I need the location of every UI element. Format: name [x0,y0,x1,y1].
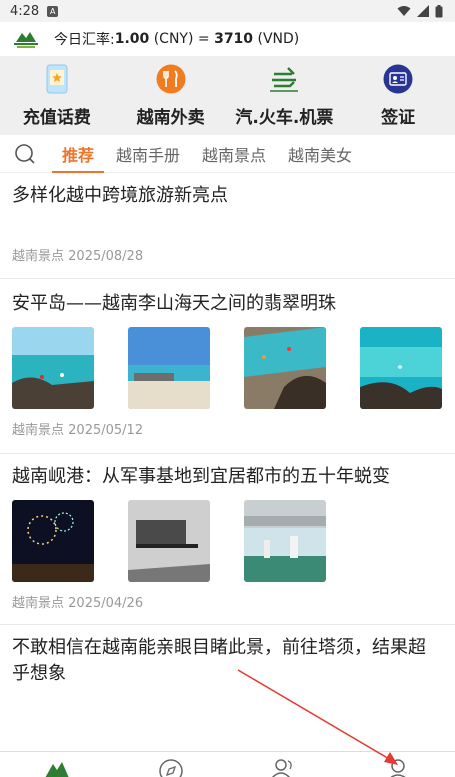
article-image [244,500,326,582]
nav-discover[interactable] [114,752,228,777]
service-visa[interactable]: 签证 [341,56,455,135]
service-transport-tickets[interactable]: 汽.火车.机票 [228,56,342,135]
service-phone-recharge[interactable]: 充值话费 [0,56,114,135]
status-bar: 4:28 A [0,0,455,22]
article-image [12,500,94,582]
phone-recharge-icon [41,63,73,95]
article-image [12,327,94,409]
article-meta: 越南景点 2025/04/26 [12,592,443,611]
app-logo-icon [14,32,38,48]
service-food-delivery[interactable]: 越南外卖 [114,56,228,135]
article-thumbnails [12,500,443,582]
search-icon[interactable] [14,143,36,165]
nav-profile[interactable] [341,752,455,777]
article-image [244,327,326,409]
nav-home[interactable] [0,752,114,777]
nav-community[interactable] [228,752,342,777]
community-icon [272,759,293,777]
article-card[interactable]: 多样化越中跨境旅游新亮点 越南景点 2025/08/28 [0,173,455,279]
clock: 4:28 [10,3,40,19]
article-thumbnails [12,327,443,409]
service-label: 签证 [381,108,416,128]
article-meta: 越南景点 2025/05/12 [12,419,443,438]
article-title: 不敢相信在越南能亲眼目睹此景，前往塔须，结果超乎想象 [12,637,426,684]
signal-icon [417,5,429,17]
tab-vietnam-handbook[interactable]: 越南手册 [116,135,180,173]
bottom-navigation [0,751,455,777]
discover-icon [158,759,183,777]
article-title: 多样化越中跨境旅游新亮点 [12,185,228,206]
wifi-icon [397,6,411,16]
service-label: 充值话费 [22,108,91,128]
article-card[interactable]: 不敢相信在越南能亲眼目睹此景，前往塔须，结果超乎想象 [0,625,455,687]
article-card[interactable]: 越南岘港：从军事基地到宜居都市的五十年蜕变 越南景点 2025/04/26 [0,454,455,625]
exchange-rate-bar: 今日汇率: 1.00 (CNY) = 3710 (VND) [0,22,455,56]
news-feed: 多样化越中跨境旅游新亮点 越南景点 2025/08/28 安平岛——越南李山海天… [0,173,455,751]
article-title: 越南岘港：从军事基地到宜居都市的五十年蜕变 [12,466,390,487]
service-label: 汽.火车.机票 [235,108,334,128]
article-category: 越南景点 [12,596,65,611]
tab-recommended[interactable]: 推荐 [51,135,105,173]
rate-cny-unit: (CNY) = [149,31,215,47]
article-image [128,327,210,409]
battery-icon [435,4,443,17]
article-date: 2025/04/26 [68,596,144,611]
home-icon [45,762,69,777]
article-date: 2025/08/28 [68,249,144,264]
article-image [128,500,210,582]
article-category: 越南景点 [12,249,65,264]
service-label: 越南外卖 [136,108,205,128]
tab-vietnam-attractions[interactable]: 越南景点 [202,135,266,173]
tab-vietnam-beauties[interactable]: 越南美女 [288,135,352,173]
service-grid: 充值话费 越南外卖 汽.火车.机票 签证 [0,56,455,135]
article-meta: 越南景点 2025/08/28 [12,245,443,264]
profile-icon [390,759,406,777]
article-image [360,327,442,409]
rate-vnd-unit: (VND) [253,31,300,47]
article-category: 越南景点 [12,423,65,438]
notification-icon: A [47,5,59,17]
rate-prefix: 今日汇率: [54,32,115,48]
article-title: 安平岛——越南李山海天之间的翡翠明珠 [12,293,336,314]
category-tabs: 推荐 越南手册 越南景点 越南美女 [0,135,455,173]
rate-vnd-amount: 3710 [214,31,254,47]
rate-cny-amount: 1.00 [114,31,150,47]
article-card[interactable]: 安平岛——越南李山海天之间的翡翠明珠 越南景点 2025/05/12 [0,279,455,454]
article-date: 2025/05/12 [68,423,144,438]
visa-icon [382,63,414,95]
transport-ticket-icon [268,63,300,95]
food-delivery-icon [155,63,187,95]
